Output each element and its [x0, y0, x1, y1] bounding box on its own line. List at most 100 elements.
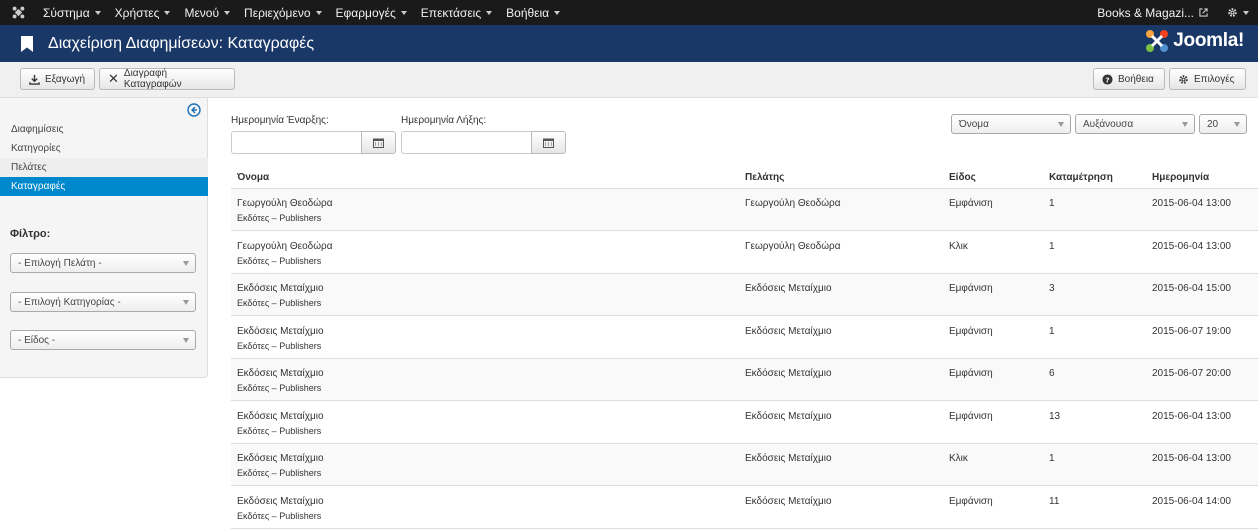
- type-filter-select[interactable]: - Είδος -: [10, 330, 196, 350]
- cell-date: 2015-06-04 13:00: [1152, 198, 1231, 209]
- table-row: Γεωργούλη Θεοδώρα Εκδότες – Publishers Γεω…: [231, 232, 1258, 274]
- cell-count: 1: [1049, 198, 1055, 209]
- column-name[interactable]: Όνομα: [237, 172, 269, 183]
- site-link[interactable]: Books & Magazi...: [1087, 6, 1218, 20]
- help-button[interactable]: ? Βοήθεια: [1093, 68, 1165, 90]
- column-count[interactable]: Καταμέτρηση: [1049, 172, 1113, 183]
- cell-client: Εκδόσεις Μεταίχμιο: [745, 453, 832, 464]
- cell-count: 13: [1049, 410, 1061, 422]
- joomla-brand-text: Joomla!: [1173, 30, 1244, 51]
- cell-type: Εμφάνιση: [949, 325, 993, 337]
- table-row: Εκδόσεις Μεταίχμιο Εκδότες – Publishers Εκ…: [231, 317, 1258, 359]
- sort-direction-select[interactable]: Αυξάνουσα: [1075, 114, 1195, 134]
- start-date-calendar-button[interactable]: [361, 131, 396, 154]
- top-navbar: Σύστημα Χρήστες Μενού Περιεχόμενο Εφαρμο…: [0, 0, 1258, 25]
- options-button[interactable]: Επιλογές: [1169, 68, 1246, 90]
- delete-icon: ✕: [108, 71, 119, 86]
- gear-icon: [1228, 8, 1237, 17]
- column-client[interactable]: Πελάτης: [745, 172, 784, 183]
- cell-type: Κλικ: [949, 240, 968, 252]
- column-type[interactable]: Είδος: [949, 172, 976, 183]
- cell-type: Εμφάνιση: [949, 283, 993, 294]
- caret-down-icon: [164, 10, 171, 15]
- cell-name[interactable]: Γεωργούλη Θεοδώρα: [237, 198, 332, 209]
- joomla-logo-icon: [1146, 30, 1169, 52]
- cell-count: 11: [1049, 495, 1060, 507]
- cell-category: Εκδότες – Publishers: [237, 510, 322, 521]
- caret-down-icon: [1243, 10, 1249, 15]
- user-settings-menu[interactable]: [1218, 7, 1258, 18]
- caret-down-icon: [554, 10, 561, 15]
- main-menu: Σύστημα Χρήστες Μενού Περιεχόμενο Εφαρμο…: [36, 0, 567, 25]
- end-date-input[interactable]: [401, 131, 532, 154]
- sidebar-item-tracks[interactable]: Καταγραφές: [0, 177, 208, 196]
- cell-name[interactable]: Εκδόσεις Μεταίχμιο: [237, 411, 324, 422]
- chevron-down-icon: [183, 300, 189, 305]
- client-filter-select[interactable]: - Επιλογή Πελάτη -: [10, 253, 196, 273]
- menu-users[interactable]: Χρήστες: [108, 0, 178, 25]
- cell-name[interactable]: Εκδόσεις Μεταίχμιο: [237, 453, 324, 464]
- collapse-sidebar-icon[interactable]: [187, 103, 201, 117]
- cell-count: 1: [1049, 453, 1055, 464]
- category-filter-select[interactable]: - Επιλογή Κατηγορίας -: [10, 292, 196, 312]
- cell-type: Κλικ: [949, 453, 968, 464]
- download-icon: [29, 74, 40, 85]
- cell-type: Εμφάνιση: [949, 410, 993, 422]
- cell-category: Εκδότες – Publishers: [237, 298, 322, 308]
- cell-name[interactable]: Εκδόσεις Μεταίχμιο: [237, 283, 324, 294]
- cell-date: 2015-06-04 15:00: [1152, 283, 1231, 294]
- joomla-menu-icon[interactable]: [0, 0, 36, 25]
- caret-down-icon: [94, 10, 101, 15]
- menu-system[interactable]: Σύστημα: [36, 0, 108, 25]
- table-row: Εκδόσεις Μεταίχμιο Εκδότες – Publishers Εκ…: [231, 402, 1258, 444]
- chevron-down-icon: [1182, 122, 1188, 127]
- delete-logs-button[interactable]: ✕ Διαγραφή Καταγραφών: [99, 68, 235, 90]
- external-link-icon: [1199, 8, 1208, 17]
- cell-client: Εκδόσεις Μεταίχμιο: [745, 325, 832, 337]
- caret-down-icon: [224, 10, 231, 15]
- sidebar-item-clients[interactable]: Πελάτες: [0, 158, 208, 177]
- caret-down-icon: [400, 10, 407, 15]
- sort-field-select[interactable]: Όνομα: [951, 114, 1071, 134]
- menu-content[interactable]: Περιεχόμενο: [237, 0, 328, 25]
- cell-date: 2015-06-04 13:00: [1152, 240, 1231, 252]
- table-row: Γεωργούλη Θεοδώρα Εκδότες – Publishers Γεω…: [231, 189, 1258, 231]
- cell-category: Εκδότες – Publishers: [237, 383, 322, 393]
- bookmark-icon: [21, 35, 33, 52]
- table-row: Εκδόσεις Μεταίχμιο Εκδότες – Publishers Εκ…: [231, 487, 1258, 529]
- end-date-calendar-button[interactable]: [531, 131, 566, 154]
- sidebar-item-banners[interactable]: Διαφημίσεις: [0, 120, 208, 139]
- gear-icon: [1179, 74, 1188, 84]
- cell-name[interactable]: Εκδόσεις Μεταίχμιο: [237, 326, 324, 337]
- cell-category: Εκδότες – Publishers: [237, 213, 322, 223]
- start-date-input[interactable]: [231, 131, 362, 154]
- menu-help[interactable]: Βοήθεια: [499, 0, 567, 25]
- cell-date: 2015-06-04 13:00: [1152, 453, 1231, 464]
- cell-name[interactable]: Γεωργούλη Θεοδώρα: [237, 241, 332, 252]
- question-circle-icon: ?: [1102, 73, 1113, 85]
- sidebar: Διαφημίσεις Κατηγορίες Πελάτες Καταγραφέ…: [0, 98, 208, 378]
- menu-extensions[interactable]: Επεκτάσεις: [414, 0, 499, 25]
- menu-menus[interactable]: Μενού: [177, 0, 237, 25]
- sidebar-nav: Διαφημίσεις Κατηγορίες Πελάτες Καταγραφέ…: [0, 120, 208, 196]
- cell-name[interactable]: Εκδόσεις Μεταίχμιο: [237, 496, 324, 507]
- joomla-logo: Joomla!: [1144, 28, 1244, 54]
- cell-client: Γεωργούλη Θεοδώρα: [745, 240, 841, 252]
- chevron-down-icon: [183, 338, 189, 343]
- column-date[interactable]: Ημερομηνία: [1152, 172, 1209, 183]
- cell-client: Εκδόσεις Μεταίχμιο: [745, 283, 832, 294]
- calendar-icon: [543, 138, 554, 148]
- table-header: Όνομα Πελάτης Είδος Καταμέτρηση Ημερομην…: [231, 166, 1258, 189]
- filter-title: Φίλτρο:: [10, 228, 51, 240]
- cell-client: Εκδόσεις Μεταίχμιο: [745, 410, 832, 422]
- cell-date: 2015-06-04 14:00: [1152, 495, 1231, 507]
- list-limit-select[interactable]: 20: [1199, 114, 1247, 134]
- cell-name[interactable]: Εκδόσεις Μεταίχμιο: [237, 368, 324, 379]
- cell-type: Εμφάνιση: [949, 198, 993, 209]
- export-button[interactable]: Εξαγωγή: [20, 68, 95, 90]
- chevron-down-icon: [183, 261, 189, 266]
- sidebar-item-categories[interactable]: Κατηγορίες: [0, 139, 208, 158]
- chevron-down-icon: [1058, 122, 1064, 127]
- menu-components[interactable]: Εφαρμογές: [329, 0, 414, 25]
- cell-client: Γεωργούλη Θεοδώρα: [745, 198, 841, 209]
